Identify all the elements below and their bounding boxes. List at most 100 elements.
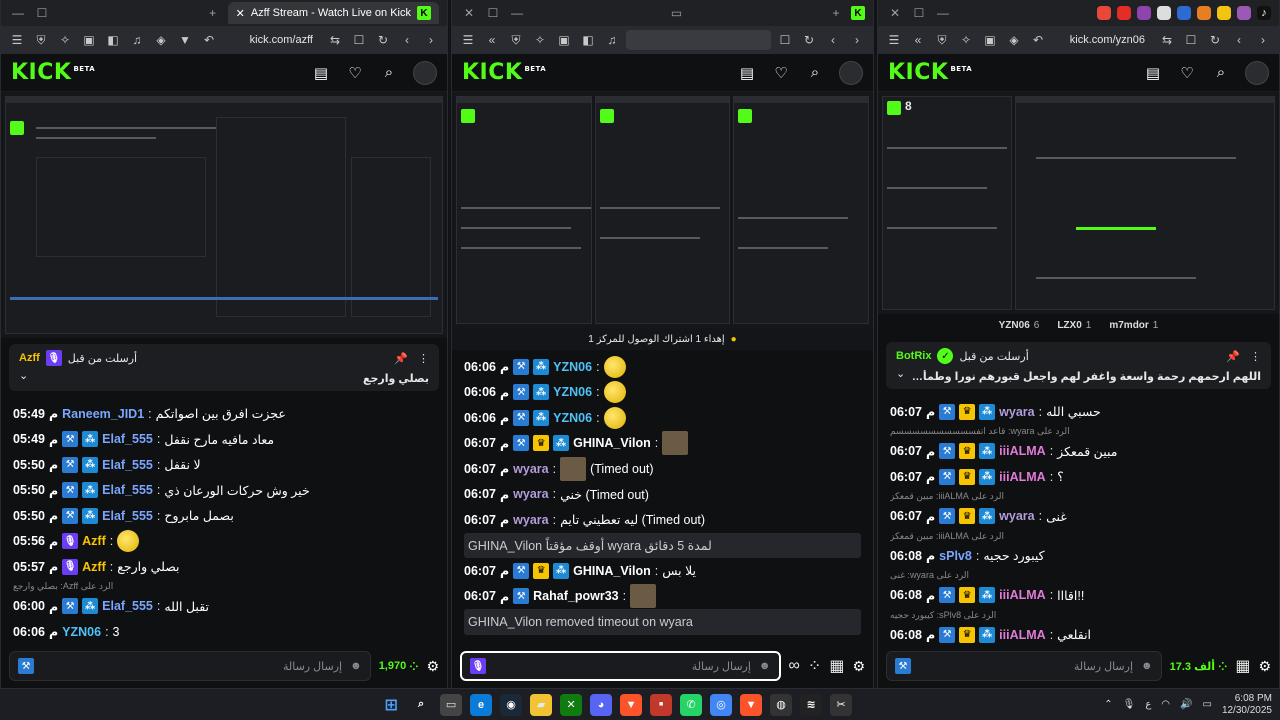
chat-username[interactable]: wyara <box>513 513 548 527</box>
screenshot-icon[interactable]: ▣ <box>980 30 1000 50</box>
task-view-icon[interactable]: ▭ <box>440 693 463 716</box>
menu-icon[interactable]: ☰ <box>884 30 904 50</box>
back-icon[interactable]: ‹ <box>1229 30 1249 50</box>
maximize-icon[interactable]: ☐ <box>33 4 51 22</box>
app-icon-capcut[interactable]: ✂ <box>830 693 853 716</box>
screenshot-icon[interactable]: ▣ <box>554 30 574 50</box>
more-options-icon[interactable]: ⋮ <box>418 352 429 365</box>
chrome-icon[interactable]: ◎ <box>710 693 733 716</box>
following-heart-icon[interactable]: ♡ <box>1177 64 1197 82</box>
store-icon[interactable]: ▦ <box>1235 656 1250 676</box>
app-icon-dark[interactable]: ≋ <box>800 693 823 716</box>
volume-icon[interactable]: 🔊 <box>1180 699 1192 710</box>
chat-message[interactable]: 06:07 م ⚒ ♛ ⁂ wyara: حسبي الله <box>890 399 1267 425</box>
battery-icon[interactable]: ▭ <box>1202 699 1211 710</box>
chat-username[interactable]: iiiALMA <box>999 628 1046 642</box>
minimize-icon[interactable]: — <box>508 4 526 22</box>
chat-username[interactable]: YZN06 <box>553 411 592 425</box>
sidebar-icon[interactable]: ◧ <box>103 30 123 50</box>
system-message[interactable]: GHINA_Vilon removed timeout on wyara <box>464 609 861 635</box>
minimize-icon[interactable]: — <box>9 4 27 22</box>
chat-message[interactable]: 05:49 م Raneem_JID1: عجزت افرق بين اصواتكم <box>13 401 435 427</box>
chat-input[interactable]: ⚒ إرسال رسالة ☻ <box>9 651 371 681</box>
gift-sub-banner[interactable]: ● إهداء 1 اشتراك الوصول للمركز 1 <box>452 328 873 350</box>
chat-username[interactable]: Elaf_555 <box>102 432 153 446</box>
close-window-icon[interactable]: ✕ <box>460 4 478 22</box>
tab-favicon-4[interactable] <box>1157 6 1171 20</box>
emoji-icon[interactable]: ☻ <box>1141 660 1153 672</box>
back-history-icon[interactable]: ↶ <box>1028 30 1048 50</box>
tab-favicon-8[interactable] <box>1237 6 1251 20</box>
kick-logo[interactable]: KICK BETA <box>11 60 95 85</box>
chat-message[interactable]: 06:06 م ⚒ ⁂ YZN06: <box>464 354 861 380</box>
stream-video[interactable] <box>1 92 447 338</box>
chat-message[interactable]: 06:07 م ⚒ ♛ ⁂ GHINA_Vilon: يلا بس <box>464 558 861 584</box>
forward-icon[interactable]: › <box>847 30 867 50</box>
emote-icon[interactable] <box>603 406 626 429</box>
kick-favicon[interactable]: K <box>851 6 865 20</box>
whatsapp-icon[interactable]: ✆ <box>680 693 703 716</box>
forward-icon[interactable]: › <box>421 30 441 50</box>
close-tab-icon[interactable]: ✕ <box>236 7 245 20</box>
infinity-icon[interactable]: ∞ <box>789 657 800 675</box>
emote-image[interactable] <box>630 584 657 609</box>
reload-icon[interactable]: ↻ <box>1205 30 1225 50</box>
clock[interactable]: 6:08 PM 12/30/2025 <box>1222 693 1272 717</box>
back-icon[interactable]: ‹ <box>397 30 417 50</box>
pinned-message[interactable]: أرسلت من قبل 🎙 Azff 📌 ⋮ ⌄ بصلي وارجع <box>9 344 439 391</box>
new-tab-icon[interactable]: + <box>827 4 845 22</box>
brave-icon[interactable]: ▼ <box>620 693 643 716</box>
emote-image[interactable] <box>560 456 587 481</box>
user-avatar[interactable] <box>839 60 863 85</box>
chat-message[interactable]: 05:50 م ⚒ ⁂ Elaf_555: لا نقفل <box>13 452 435 478</box>
bookmark-icon[interactable]: ☐ <box>775 30 795 50</box>
leaderboard-entry[interactable]: m7mdor 1 <box>1109 320 1158 331</box>
channel-points[interactable]: 1,970 ⁘ <box>379 660 419 673</box>
gear-icon[interactable]: ⚙ <box>1258 658 1271 675</box>
kick-logo[interactable]: KICK BETA <box>462 60 546 85</box>
discord-icon[interactable]: ◕ <box>590 693 613 716</box>
expand-chevron-icon[interactable]: ⌄ <box>19 369 28 382</box>
following-heart-icon[interactable]: ♡ <box>345 64 365 82</box>
tiktok-icon[interactable]: ♪ <box>1257 6 1271 20</box>
extensions-icon[interactable]: ✧ <box>530 30 550 50</box>
browse-icon[interactable]: ▤ <box>737 64 757 82</box>
window-switch-icon[interactable]: ▭ <box>668 4 686 22</box>
back-history-icon[interactable]: ↶ <box>199 30 219 50</box>
emoji-icon[interactable]: ☻ <box>350 660 362 672</box>
music-icon[interactable]: ♫ <box>602 30 622 50</box>
chat-username[interactable]: sPlv8 <box>939 549 972 563</box>
menu-icon[interactable]: ☰ <box>7 30 27 50</box>
chat-username[interactable]: iiiALMA <box>999 588 1046 602</box>
app-icon-red[interactable]: ■ <box>650 693 673 716</box>
system-message[interactable]: GHINA_Vilon أوقف مؤقتاً wyara لمدة 5 دقا… <box>464 532 861 558</box>
obs-icon[interactable]: ◍ <box>770 693 793 716</box>
close-window-icon[interactable]: ✕ <box>886 4 904 22</box>
chat-message[interactable]: 05:50 م ⚒ ⁂ Elaf_555: خير وش حركات الورعان ذي <box>13 478 435 504</box>
tab-favicon-6[interactable] <box>1197 6 1211 20</box>
chat-username[interactable]: GHINA_Vilon <box>573 436 651 450</box>
chat-message[interactable]: 06:07 م ⚒ ♛ ⁂ iiiALMA: مبين قمعكز <box>890 439 1267 465</box>
chat-username[interactable]: wyara <box>999 405 1034 419</box>
chat-message[interactable]: 06:07 م wyara: (Timed out) <box>464 456 861 482</box>
stream-video[interactable] <box>452 92 873 328</box>
youtube-icon[interactable] <box>1117 6 1131 20</box>
vpn-icon[interactable]: ◈ <box>1004 30 1024 50</box>
emote-icon[interactable] <box>603 355 626 378</box>
collapse-icon[interactable]: « <box>482 30 502 50</box>
gear-icon[interactable]: ⚙ <box>852 658 865 675</box>
stream-video[interactable]: 8 <box>878 92 1279 314</box>
chat-username[interactable]: Elaf_555 <box>102 483 153 497</box>
browse-icon[interactable]: ▤ <box>311 64 331 82</box>
shield-icon[interactable]: ⛨ <box>31 30 51 50</box>
vpn-icon[interactable]: ◈ <box>151 30 171 50</box>
chat-username[interactable]: Azff <box>82 534 106 548</box>
extensions-icon[interactable]: ✧ <box>55 30 75 50</box>
tab-favicon-1[interactable] <box>1097 6 1111 20</box>
pin-icon[interactable]: 📌 <box>394 352 408 365</box>
channel-points[interactable]: 17.3 ألف ⁘ <box>1170 660 1228 673</box>
chat-username[interactable]: Rahaf_powr33 <box>533 589 618 603</box>
chat-username[interactable]: wyara <box>513 487 548 501</box>
shield-icon[interactable]: ⛨ <box>932 30 952 50</box>
tab-favicon-7[interactable] <box>1217 6 1231 20</box>
